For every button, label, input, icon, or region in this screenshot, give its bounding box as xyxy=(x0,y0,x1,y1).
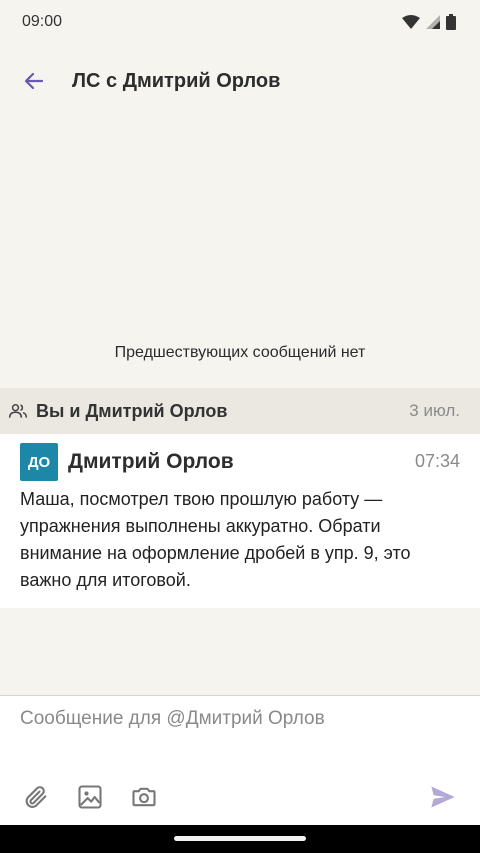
home-gesture-handle[interactable] xyxy=(174,836,306,841)
send-icon xyxy=(431,786,455,808)
message-input[interactable] xyxy=(20,708,460,730)
app-header: ЛС с Дмитрий Орлов xyxy=(0,44,480,118)
image-icon xyxy=(78,785,102,809)
status-time: 09:00 xyxy=(22,13,63,30)
battery-icon xyxy=(446,14,456,30)
avatar[interactable]: ДО xyxy=(20,443,58,481)
message-item[interactable]: ДО Дмитрий Орлов 07:34 Маша, посмотрел т… xyxy=(0,434,480,608)
conversation-header: Вы и Дмитрий Орлов 3 июл. xyxy=(0,388,480,434)
paperclip-icon xyxy=(25,786,47,808)
message-text: Маша, посмотрел твою прошлую работу — уп… xyxy=(20,489,411,590)
conversation-date: 3 июл. xyxy=(409,401,460,420)
back-button[interactable] xyxy=(16,63,52,99)
camera-button[interactable] xyxy=(127,780,161,814)
system-navigation-bar xyxy=(0,825,480,853)
attach-button[interactable] xyxy=(19,780,53,814)
page-title: ЛС с Дмитрий Орлов xyxy=(72,69,281,92)
composer xyxy=(0,695,480,826)
message-time: 07:34 xyxy=(414,451,460,471)
signal-icon xyxy=(426,15,440,29)
status-bar: 09:00 xyxy=(0,0,480,44)
conversation-title: Вы и Дмитрий Орлов xyxy=(36,400,228,421)
empty-state-text: Предшествующих сообщений нет xyxy=(114,344,366,361)
people-icon xyxy=(8,404,28,418)
status-icons xyxy=(402,14,456,30)
arrow-left-icon xyxy=(24,72,44,90)
wifi-icon xyxy=(402,15,420,29)
camera-icon xyxy=(132,787,156,807)
image-button[interactable] xyxy=(73,780,107,814)
message-sender[interactable]: Дмитрий Орлов xyxy=(68,450,234,474)
send-button[interactable] xyxy=(426,780,460,814)
